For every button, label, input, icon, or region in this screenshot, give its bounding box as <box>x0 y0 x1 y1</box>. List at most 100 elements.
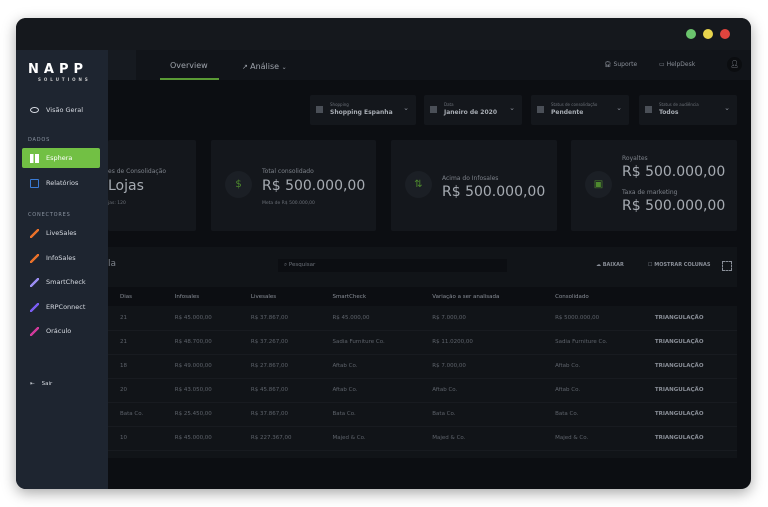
logout-icon: ⇤ <box>30 381 35 387</box>
triangulacao-button[interactable]: TRIANGULAÇÃO <box>642 306 737 331</box>
column-header[interactable] <box>642 287 737 306</box>
sidebar-item-label: LiveSales <box>46 229 77 237</box>
table-row: 21 R$ 45.000,00 R$ 37.867,00 R$ 45.000,00 R$… <box>108 306 737 331</box>
chevron-down-icon: ⌄ <box>509 104 515 112</box>
filter-status-audiencia[interactable]: Status de audiência Todos ⌄ <box>639 95 737 125</box>
logout-button[interactable]: ⇤ Sair <box>22 374 100 394</box>
helpdesk-link[interactable]: ▭ HelpDesk <box>659 61 695 68</box>
table-cell: R$ 45.000,00 <box>162 426 239 451</box>
card-label: Royaltes <box>622 155 648 162</box>
triangulacao-button[interactable]: TRIANGULAÇÃO <box>642 354 737 379</box>
title-bar <box>16 18 751 50</box>
main-content: Overview ↗ Análise ⌄ 🎧︎ Suporte ▭ HelpDe… <box>108 50 751 489</box>
card-label: Total consolidado <box>262 168 314 175</box>
logout-label: Sair <box>41 381 53 387</box>
table-cell: 10 <box>108 426 163 451</box>
table-cell: Aftab Co. <box>320 378 421 403</box>
section-dados: DADOS <box>28 137 51 143</box>
card-value: R$ 500.000,00 <box>442 184 546 200</box>
column-header[interactable]: SmartCheck <box>320 287 421 306</box>
active-tab-indicator <box>160 78 219 80</box>
arrows-up-down-icon: ⇅ <box>405 171 432 198</box>
search-input[interactable]: ⌕ Pesquisar <box>278 259 507 272</box>
chevron-down-icon: ⌄ <box>403 104 409 112</box>
plug-icon <box>30 302 39 312</box>
table-cell: Aftab Co. <box>543 354 643 379</box>
sidebar-item-livesales[interactable]: LiveSales <box>22 223 100 243</box>
search-placeholder: Pesquisar <box>288 262 316 268</box>
sidebar-item-label: Esphera <box>46 154 73 162</box>
column-header[interactable]: Livesales <box>238 287 321 306</box>
table-cell: Majed & Co. <box>420 426 544 451</box>
table-cell: R$ 45.867,00 <box>238 378 321 403</box>
top-nav: Overview ↗ Análise ⌄ 🎧︎ Suporte ▭ HelpDe… <box>108 50 751 80</box>
maximize-button[interactable] <box>686 29 696 39</box>
triangulacao-button[interactable]: TRIANGULAÇÃO <box>642 378 737 403</box>
user-avatar[interactable]: 👤︎ <box>727 57 742 72</box>
table-cell: R$ 48.700,00 <box>162 330 239 355</box>
table-cell: R$ 43.050,00 <box>162 378 239 403</box>
table-cell: R$ 27.867,00 <box>238 354 321 379</box>
sidebar-item-erpconnect[interactable]: ERPConnect <box>22 297 100 317</box>
nav-spacer <box>108 50 136 80</box>
table-cell: R$ 5000.000,00 <box>543 306 643 331</box>
filter-label: Data <box>444 102 454 107</box>
tab-overview[interactable]: Overview <box>170 61 208 70</box>
filter-value: Pendente <box>551 109 584 116</box>
show-columns-toggle[interactable]: ☐ MOSTRAR COLUNAS <box>648 262 710 268</box>
data-table: Dias Infosales Livesales SmartCheck Variação… <box>108 287 737 451</box>
table-row: 21 R$ 48.700,00 R$ 37.267,00 Sadia Furnitur… <box>108 330 737 355</box>
column-header[interactable]: Consolidado <box>543 287 643 306</box>
card-consolidacao: es de Consolidação Lojas jas: 120 <box>108 140 196 231</box>
filter-status-consolidacao[interactable]: Status de consolidação Pendente ⌄ <box>531 95 629 125</box>
card-sub: jas: 120 <box>108 201 126 206</box>
card-value: R$ 500.000,00 <box>262 178 366 194</box>
triangulacao-button[interactable]: TRIANGULAÇÃO <box>642 426 737 451</box>
minimize-button[interactable] <box>703 29 713 39</box>
table-cell: 21 <box>108 330 163 355</box>
table-row: 20 R$ 43.050,00 R$ 45.867,00 Aftab Co. Aftab… <box>108 378 737 403</box>
app-window: NAPP SOLUTIONS Visão Geral DADOS Esphera … <box>16 18 751 489</box>
support-link[interactable]: 🎧︎ Suporte <box>604 61 637 68</box>
building-icon <box>645 106 652 113</box>
table-cell: Majed & Co. <box>543 426 643 451</box>
download-button[interactable]: ☁ BAIXAR <box>596 262 624 268</box>
tab-analise[interactable]: ↗ Análise ⌄ <box>242 62 287 71</box>
column-header[interactable]: Dias <box>108 287 163 306</box>
table-cell: Bata Co. <box>420 402 544 427</box>
close-button[interactable] <box>720 29 730 39</box>
column-header[interactable]: Infosales <box>162 287 239 306</box>
sidebar-item-smartcheck[interactable]: SmartCheck <box>22 272 100 292</box>
card-value: R$ 500.000,00 <box>622 164 726 180</box>
cloud-download-icon: ☁ <box>596 262 603 268</box>
table-panel: la ⌕ Pesquisar ☁ BAIXAR ☐ MOSTRAR COLUNA… <box>108 247 737 458</box>
table-cell: Sadia Furniture Co. <box>320 330 421 355</box>
filter-label: Status de consolidação <box>551 102 598 107</box>
triangulacao-button[interactable]: TRIANGULAÇÃO <box>642 402 737 427</box>
table-cell: 20 <box>108 378 163 403</box>
table-cell: R$ 11.0200,00 <box>420 330 544 355</box>
sidebar-item-esphera[interactable]: Esphera <box>22 148 100 168</box>
eye-icon <box>30 107 39 113</box>
filter-data[interactable]: Data Janeiro de 2020 ⌄ <box>424 95 522 125</box>
chevron-down-icon: ⌄ <box>724 104 730 112</box>
sidebar-item-oraculo[interactable]: Oráculo <box>22 321 100 341</box>
sidebar-item-infosales[interactable]: InfoSales <box>22 248 100 268</box>
table-cell: Sadia Furniture Co. <box>543 330 643 355</box>
card-label: es de Consolidação <box>108 168 167 175</box>
sidebar-item-label: Visão Geral <box>46 106 84 114</box>
fullscreen-icon[interactable] <box>722 261 732 271</box>
helpdesk-label: HelpDesk <box>666 61 696 68</box>
filter-shopping[interactable]: Shopping Shopping Espanha ⌄ <box>310 95 416 125</box>
table-title: la <box>108 259 117 269</box>
table-cell: R$ 37.867,00 <box>238 306 321 331</box>
column-header[interactable]: Variação a ser analisada <box>420 287 544 306</box>
table-cell: Majed & Co. <box>320 426 421 451</box>
card-total-consolidado: $ Total consolidado R$ 500.000,00 Meta d… <box>211 140 376 231</box>
sidebar-item-relatorios[interactable]: Relatórios <box>22 173 100 193</box>
sidebar-item-overview[interactable]: Visão Geral <box>22 100 100 120</box>
triangulacao-button[interactable]: TRIANGULAÇÃO <box>642 330 737 355</box>
section-conectores: CONECTORES <box>28 212 71 218</box>
table-row: 18 R$ 49.000,00 R$ 27.867,00 Aftab Co. R$ 7.… <box>108 354 737 379</box>
plug-icon <box>30 277 39 287</box>
